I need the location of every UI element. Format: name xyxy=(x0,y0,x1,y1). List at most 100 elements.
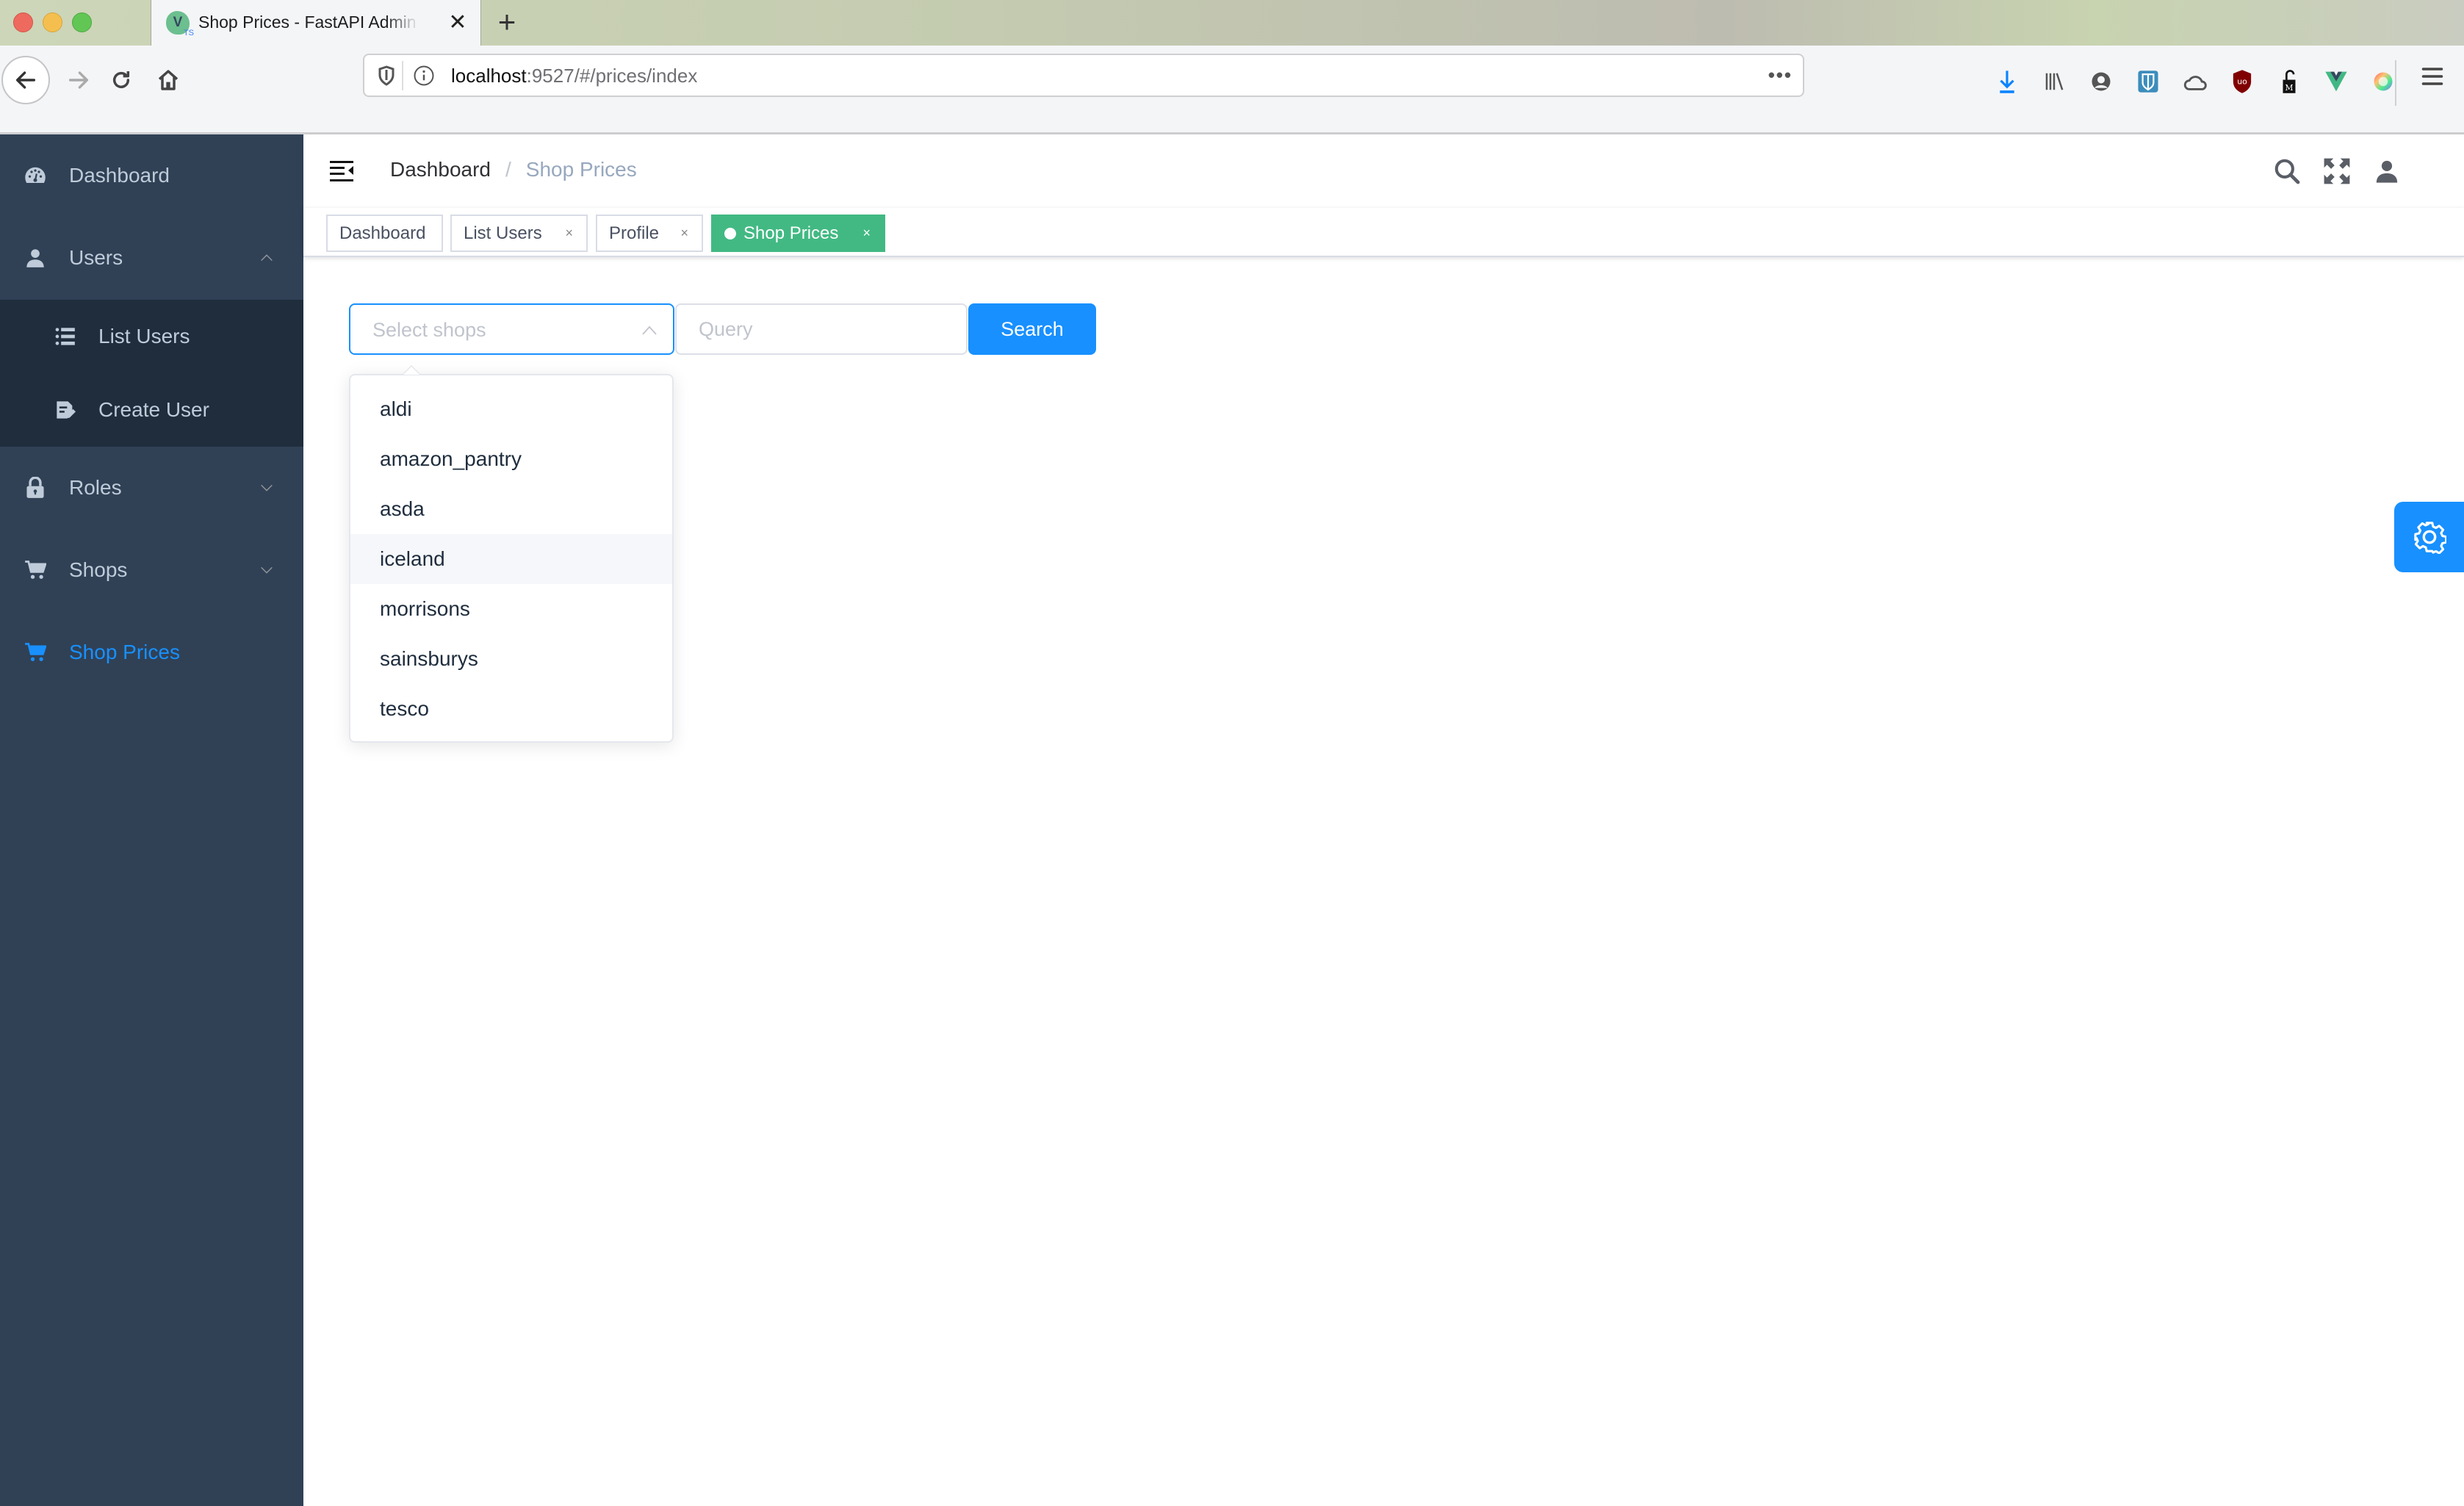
page-actions-icon[interactable]: ••• xyxy=(1768,64,1793,87)
sidebar-item-label: Shops xyxy=(69,558,128,581)
tag-close-icon[interactable]: × xyxy=(680,226,688,241)
home-button[interactable] xyxy=(144,56,192,104)
search-button[interactable]: Search xyxy=(968,303,1096,355)
dashboard-icon xyxy=(24,165,46,187)
chevron-up-icon xyxy=(642,325,657,335)
window-maximize-button[interactable] xyxy=(72,12,92,32)
sidebar-item-label: Create User xyxy=(98,398,209,421)
url-text[interactable]: localhost:9527/#/prices/index xyxy=(451,65,697,87)
tag-label: Profile xyxy=(609,223,660,243)
sidebar-item-list-users[interactable]: List Users xyxy=(0,300,303,373)
shop-option-iceland[interactable]: iceland xyxy=(350,534,672,584)
browser-menu-icon[interactable] xyxy=(2421,66,2443,87)
url-separator xyxy=(402,61,403,90)
back-button[interactable] xyxy=(1,56,50,104)
sidebar-item-label: Shop Prices xyxy=(69,641,180,663)
tag-close-icon[interactable]: × xyxy=(565,226,573,241)
chevron-up-icon xyxy=(261,254,273,262)
tag-list-users[interactable]: List Users × xyxy=(450,215,588,252)
breadcrumb-current: Shop Prices xyxy=(525,158,637,181)
shop-option-aldi[interactable]: aldi xyxy=(350,384,672,434)
extensions-toolbar: uo M xyxy=(1984,63,2407,100)
toolbar-separator xyxy=(2395,60,2396,106)
list-icon xyxy=(54,325,76,347)
lock-icon xyxy=(24,477,46,499)
url-bar[interactable]: localhost:9527/#/prices/index ••• xyxy=(363,54,1804,97)
svg-text:uo: uo xyxy=(2237,77,2247,87)
favicon-sub: TS xyxy=(183,29,194,37)
shops-dropdown: aldi amazon_pantry asda iceland morrison… xyxy=(349,365,674,743)
dropdown-caret xyxy=(402,365,421,375)
sidebar-item-roles[interactable]: Roles xyxy=(0,447,303,529)
query-input[interactable] xyxy=(675,303,968,355)
tag-dashboard[interactable]: Dashboard xyxy=(326,215,443,252)
shop-option-morrisons[interactable]: morrisons xyxy=(350,584,672,634)
settings-panel-button[interactable] xyxy=(2394,502,2464,572)
app-navbar: Dashboard / Shop Prices xyxy=(303,134,2464,208)
sidebar-item-dashboard[interactable]: Dashboard xyxy=(0,134,303,217)
arrow-right-icon xyxy=(68,71,89,89)
home-icon xyxy=(158,70,179,90)
fullscreen-icon xyxy=(2324,158,2350,184)
breadcrumb-separator: / xyxy=(505,158,511,181)
chevron-down-icon xyxy=(261,484,273,491)
user-icon xyxy=(2376,160,2398,183)
shop-option-sainsburys[interactable]: sainsburys xyxy=(350,634,672,684)
sidebar: Dashboard Users List Users Create User R… xyxy=(0,134,303,1506)
ublock-icon[interactable]: uo xyxy=(2219,63,2266,100)
sidebar-item-users[interactable]: Users xyxy=(0,217,303,299)
color-picker-icon[interactable] xyxy=(2360,63,2407,100)
cloud-icon[interactable] xyxy=(2172,63,2219,100)
tag-shop-prices[interactable]: Shop Prices × xyxy=(711,215,885,252)
toggle-sidebar-icon[interactable] xyxy=(330,161,353,181)
tag-profile[interactable]: Profile × xyxy=(596,215,703,252)
tracking-shield-icon[interactable] xyxy=(378,65,395,86)
vue-ts-favicon-icon: V TS xyxy=(166,11,194,37)
window-close-button[interactable] xyxy=(13,12,33,32)
shop-option-tesco[interactable]: tesco xyxy=(350,684,672,734)
browser-titlebar: VTS Shop Prices - FastAPI Admin Template… xyxy=(0,0,2464,46)
reload-button[interactable] xyxy=(97,56,145,104)
users-submenu: List Users Create User xyxy=(0,300,303,447)
tab-close-icon[interactable]: ✕ xyxy=(445,10,470,35)
tag-close-icon[interactable]: × xyxy=(862,226,871,241)
search-icon xyxy=(2274,159,2300,184)
tag-label: Dashboard xyxy=(339,223,426,243)
shop-option-amazon-pantry[interactable]: amazon_pantry xyxy=(350,434,672,484)
browser-tab[interactable]: VTS Shop Prices - FastAPI Admin Template… xyxy=(151,0,481,46)
reload-icon xyxy=(112,71,130,89)
sidebar-item-shop-prices[interactable]: Shop Prices xyxy=(0,611,303,693)
user-icon xyxy=(24,247,46,269)
breadcrumb: Dashboard / Shop Prices xyxy=(390,158,637,181)
shop-option-asda[interactable]: asda xyxy=(350,484,672,534)
metamask-lock-icon[interactable]: M xyxy=(2266,63,2313,100)
user-avatar-button[interactable] xyxy=(2372,156,2402,186)
select-placeholder: Select shops xyxy=(372,319,486,341)
download-icon[interactable] xyxy=(1984,63,2031,100)
main-content: Dashboard / Shop Prices Dashboard List U… xyxy=(303,134,2464,1506)
tags-view: Dashboard List Users × Profile × Shop Pr… xyxy=(303,208,2464,257)
url-path: :9527/#/prices/index xyxy=(526,65,698,87)
tag-label: List Users xyxy=(464,223,542,243)
active-dot-icon xyxy=(724,227,736,239)
vue-devtools-icon[interactable] xyxy=(2313,63,2360,100)
shops-select[interactable]: Select shops xyxy=(349,303,674,355)
chevron-down-icon xyxy=(261,566,273,574)
sidebar-item-create-user[interactable]: Create User xyxy=(0,373,303,447)
site-info-icon[interactable] xyxy=(413,65,435,87)
fullscreen-button[interactable] xyxy=(2322,156,2352,186)
header-search-button[interactable] xyxy=(2272,156,2302,186)
window-minimize-button[interactable] xyxy=(43,12,62,32)
new-tab-button[interactable]: + xyxy=(491,6,523,38)
breadcrumb-dashboard[interactable]: Dashboard xyxy=(390,158,491,181)
bitwarden-icon[interactable] xyxy=(2125,63,2172,100)
cart-icon xyxy=(24,559,46,581)
account-icon[interactable] xyxy=(2078,63,2125,100)
gear-icon xyxy=(2413,522,2446,554)
library-icon[interactable] xyxy=(2031,63,2078,100)
forward-button[interactable] xyxy=(54,56,103,104)
sidebar-item-shops[interactable]: Shops xyxy=(0,529,303,611)
sidebar-item-label: List Users xyxy=(98,325,190,347)
favicon-letter: V xyxy=(173,15,183,30)
sidebar-item-label: Users xyxy=(69,246,123,269)
